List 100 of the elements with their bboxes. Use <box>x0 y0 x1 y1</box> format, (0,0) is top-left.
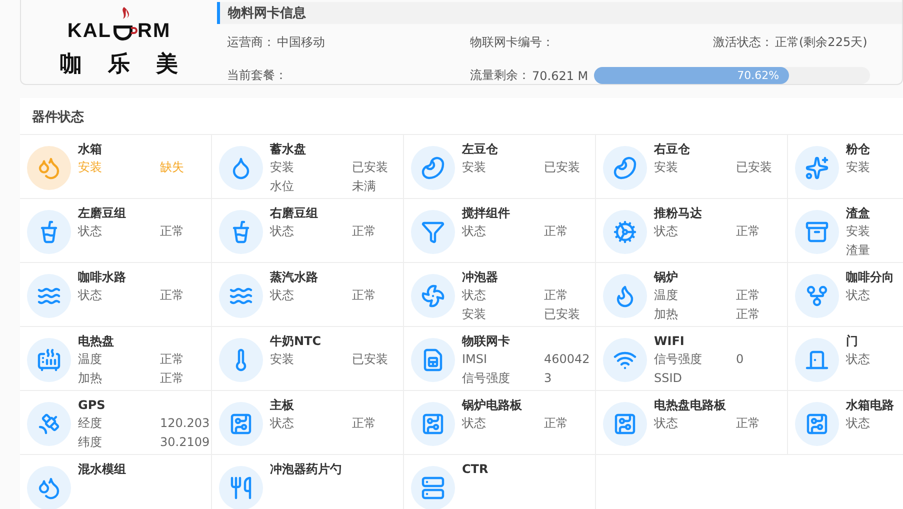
status-label: 安装 <box>654 159 679 176</box>
device-name: 左磨豆组 <box>78 205 127 222</box>
device-name: 物联网卡 <box>462 333 511 350</box>
section-title: 器件状态 <box>31 109 85 127</box>
device-name: 门 <box>846 333 859 350</box>
status-value: 正常 <box>160 223 185 240</box>
status-label: 温度 <box>78 351 103 368</box>
status-label: 安装 <box>270 351 295 368</box>
status-value: 460042 <box>544 351 591 368</box>
device-name: 主板 <box>270 397 295 414</box>
status-value: 正常 <box>544 287 569 304</box>
logo-character: 乐 <box>108 51 130 79</box>
status-value: 已安装 <box>544 306 581 323</box>
status-value: 已安装 <box>352 159 389 176</box>
logo-character: 咖 <box>60 51 82 79</box>
status-label: 安装 <box>462 159 487 176</box>
status-label: 状态 <box>846 351 871 368</box>
device-name: 咖啡分向 <box>846 269 895 286</box>
logo-text: RM <box>138 20 171 43</box>
cup-logo-icon <box>112 5 138 43</box>
device-name: 水箱电路 <box>846 397 895 414</box>
status-label: 状态 <box>270 415 295 432</box>
device-name: 冲泡器药片勺 <box>270 461 342 478</box>
field-label: 流量剩余： <box>470 67 530 84</box>
field-label: 物联网卡编号： <box>470 34 554 51</box>
status-value: 正常 <box>352 223 377 240</box>
status-label: 状态 <box>654 415 679 432</box>
logo-character: 美 <box>156 50 178 79</box>
device-name: 推粉马达 <box>654 205 703 222</box>
device-name: 左豆仓 <box>462 141 499 158</box>
device-name: 右豆仓 <box>654 141 691 158</box>
status-value: 正常 <box>736 415 761 432</box>
device-name: 锅炉电路板 <box>462 397 523 414</box>
field-label: 运营商： <box>227 34 275 51</box>
field-label: 激活状态： <box>713 34 773 51</box>
device-name: 电热盘 <box>78 333 115 350</box>
status-label: 渣量 <box>846 242 871 259</box>
status-label: 安装 <box>846 223 871 240</box>
status-label: 状态 <box>462 223 487 240</box>
device-name: CTR <box>462 461 488 478</box>
device-name: 冲泡器 <box>462 269 499 286</box>
logo-text: KAL <box>67 20 112 43</box>
status-label: 状态 <box>270 287 295 304</box>
status-value: 正常 <box>736 306 761 323</box>
status-label: 加热 <box>654 306 679 323</box>
status-label: 安装 <box>462 306 487 323</box>
status-value: 正常 <box>160 351 185 368</box>
status-label: 信号强度 <box>654 351 703 368</box>
device-name: WIFI <box>654 333 686 350</box>
status-label: 状态 <box>846 287 871 304</box>
device-name: 咖啡水路 <box>78 269 127 286</box>
status-label: 安装 <box>78 159 103 176</box>
status-label: 状态 <box>78 223 103 240</box>
status-label: 状态 <box>270 223 295 240</box>
status-label: 状态 <box>462 415 487 432</box>
field-value: 中国移动 <box>277 34 325 51</box>
status-value: 正常 <box>736 287 761 304</box>
status-value: 正常 <box>160 287 185 304</box>
status-value: 正常 <box>544 415 569 432</box>
device-name: 搅拌组件 <box>462 205 511 222</box>
device-name: 锅炉 <box>654 269 679 286</box>
status-value: 已安装 <box>352 351 389 368</box>
status-label: IMSI <box>462 351 488 368</box>
field-value: 70.621 M <box>532 68 588 82</box>
device-name: 水箱 <box>78 141 103 158</box>
device-name: 右磨豆组 <box>270 205 319 222</box>
status-value: 未满 <box>352 178 377 195</box>
status-value: 120.203 <box>160 415 210 432</box>
status-label: 加热 <box>78 370 103 387</box>
device-name: 渣盒 <box>846 205 871 222</box>
status-label: 信号强度 <box>462 370 511 387</box>
status-value: 已安装 <box>736 159 773 176</box>
status-value: 0 <box>736 351 745 368</box>
field-label: 当前套餐： <box>227 67 287 84</box>
status-value: 正常 <box>736 223 761 240</box>
status-value: 正常 <box>352 287 377 304</box>
device-name: 蒸汽水路 <box>270 269 319 286</box>
device-name: 粉仓 <box>846 141 871 158</box>
section-title: 物料网卡信息 <box>217 2 902 24</box>
status-label: 状态 <box>846 415 871 432</box>
device-name: 蓄水盘 <box>270 141 307 158</box>
status-label: 安装 <box>846 159 871 176</box>
status-value: 正常 <box>544 223 569 240</box>
status-value: 3 <box>544 370 553 387</box>
status-value: 正常 <box>352 415 377 432</box>
status-value: 30.2109 <box>160 434 210 451</box>
status-label: 纬度 <box>78 434 103 451</box>
device-name: 牛奶NTC <box>270 333 322 350</box>
device-name: 混水模组 <box>78 461 126 478</box>
status-label: 水位 <box>270 178 295 195</box>
progress-reading: 70.62% <box>737 69 780 82</box>
status-value: 已安装 <box>544 159 581 176</box>
status-value: 正常 <box>160 370 185 387</box>
device-name: 电热盘电路板 <box>654 397 727 414</box>
status-label: 安装 <box>270 159 295 176</box>
status-label: 状态 <box>654 223 679 240</box>
status-label: 经度 <box>78 415 103 432</box>
status-label: SSID <box>654 370 684 387</box>
status-label: 温度 <box>654 287 679 304</box>
status-label: 状态 <box>78 287 103 304</box>
